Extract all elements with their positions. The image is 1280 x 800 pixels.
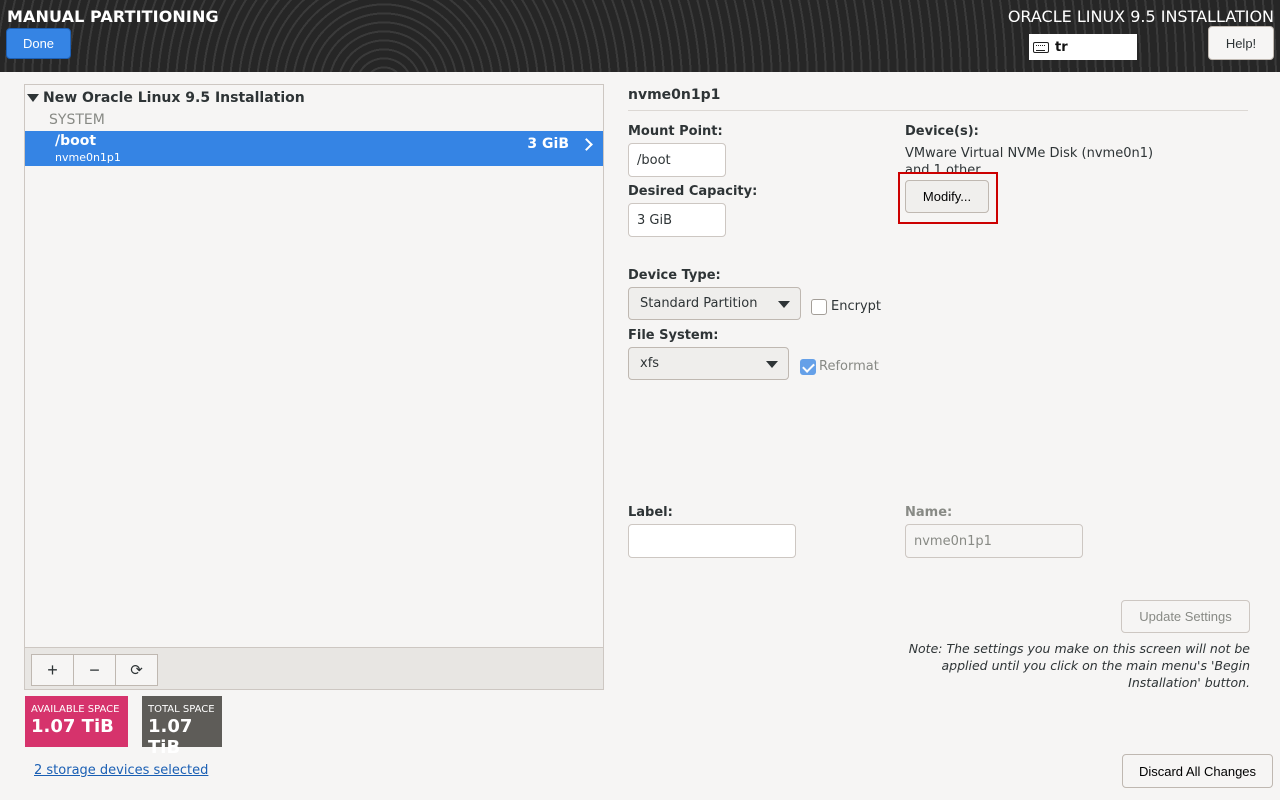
keyboard-layout-indicator[interactable]: tr <box>1029 34 1137 60</box>
reformat-checkbox[interactable] <box>800 359 816 375</box>
storage-devices-link[interactable]: 2 storage devices selected <box>34 763 208 778</box>
installation-title: ORACLE LINUX 9.5 INSTALLATION <box>1007 7 1274 26</box>
capacity-label: Desired Capacity: <box>628 184 758 199</box>
device-type-select[interactable]: Standard Partition <box>628 287 801 320</box>
dropdown-arrow-icon <box>778 301 790 308</box>
capacity-input[interactable]: 3 GiB <box>628 203 726 237</box>
installation-name: New Oracle Linux 9.5 Installation <box>43 90 305 106</box>
dropdown-arrow-icon <box>766 361 778 368</box>
installation-group-header[interactable]: New Oracle Linux 9.5 Installation <box>27 87 305 109</box>
total-space-label: TOTAL SPACE <box>148 704 215 715</box>
devices-label: Device(s): <box>905 124 979 139</box>
partition-row[interactable]: /boot nvme0n1p1 3 GiB <box>25 131 603 166</box>
name-field-label: Name: <box>905 505 953 520</box>
device-type-label: Device Type: <box>628 268 721 283</box>
help-button[interactable]: Help! <box>1208 26 1274 60</box>
keyboard-icon <box>1033 41 1049 53</box>
update-settings-button[interactable]: Update Settings <box>1121 600 1250 633</box>
name-input: nvme0n1p1 <box>905 524 1083 558</box>
discard-changes-button[interactable]: Discard All Changes <box>1122 754 1273 788</box>
device-type-value: Standard Partition <box>640 296 758 311</box>
keyboard-layout-label: tr <box>1055 39 1068 55</box>
partition-toolbar: + − ⟳ <box>25 647 603 689</box>
mount-point-label: Mount Point: <box>628 124 723 139</box>
filesystem-value: xfs <box>640 356 660 371</box>
refresh-button[interactable]: ⟳ <box>115 654 158 686</box>
mount-point-input[interactable]: /boot <box>628 143 726 177</box>
partition-device: nvme0n1p1 <box>55 151 121 164</box>
filesystem-label: File System: <box>628 328 719 343</box>
available-space-label: AVAILABLE SPACE <box>31 704 120 715</box>
header-bar: MANUAL PARTITIONING Done ORACLE LINUX 9.… <box>0 0 1280 72</box>
highlight-annotation <box>898 172 998 224</box>
encrypt-checkbox[interactable] <box>811 299 827 315</box>
reformat-label[interactable]: Reformat <box>819 359 879 374</box>
system-group-label: SYSTEM <box>49 112 105 128</box>
label-input[interactable] <box>628 524 796 558</box>
chevron-right-icon <box>580 138 593 151</box>
settings-note: Note: The settings you make on this scre… <box>908 641 1250 690</box>
add-partition-button[interactable]: + <box>31 654 74 686</box>
total-space-value: 1.07 TiB <box>148 716 193 758</box>
encrypt-label[interactable]: Encrypt <box>831 299 881 314</box>
partition-detail-title: nvme0n1p1 <box>628 87 721 103</box>
partition-mount: /boot <box>55 133 97 149</box>
available-space-value: 1.07 TiB <box>31 716 114 737</box>
filesystem-select[interactable]: xfs <box>628 347 789 380</box>
label-field-label: Label: <box>628 505 673 520</box>
done-button[interactable]: Done <box>6 28 71 59</box>
partition-size: 3 GiB <box>527 136 569 152</box>
partition-tree-panel: New Oracle Linux 9.5 Installation SYSTEM… <box>24 84 604 690</box>
divider <box>628 110 1248 111</box>
page-title: MANUAL PARTITIONING <box>7 7 219 26</box>
total-space-badge: TOTAL SPACE 1.07 TiB <box>142 696 222 758</box>
available-space-badge: AVAILABLE SPACE 1.07 TiB <box>25 696 128 747</box>
remove-partition-button[interactable]: − <box>73 654 116 686</box>
expand-triangle-icon[interactable] <box>27 94 39 102</box>
